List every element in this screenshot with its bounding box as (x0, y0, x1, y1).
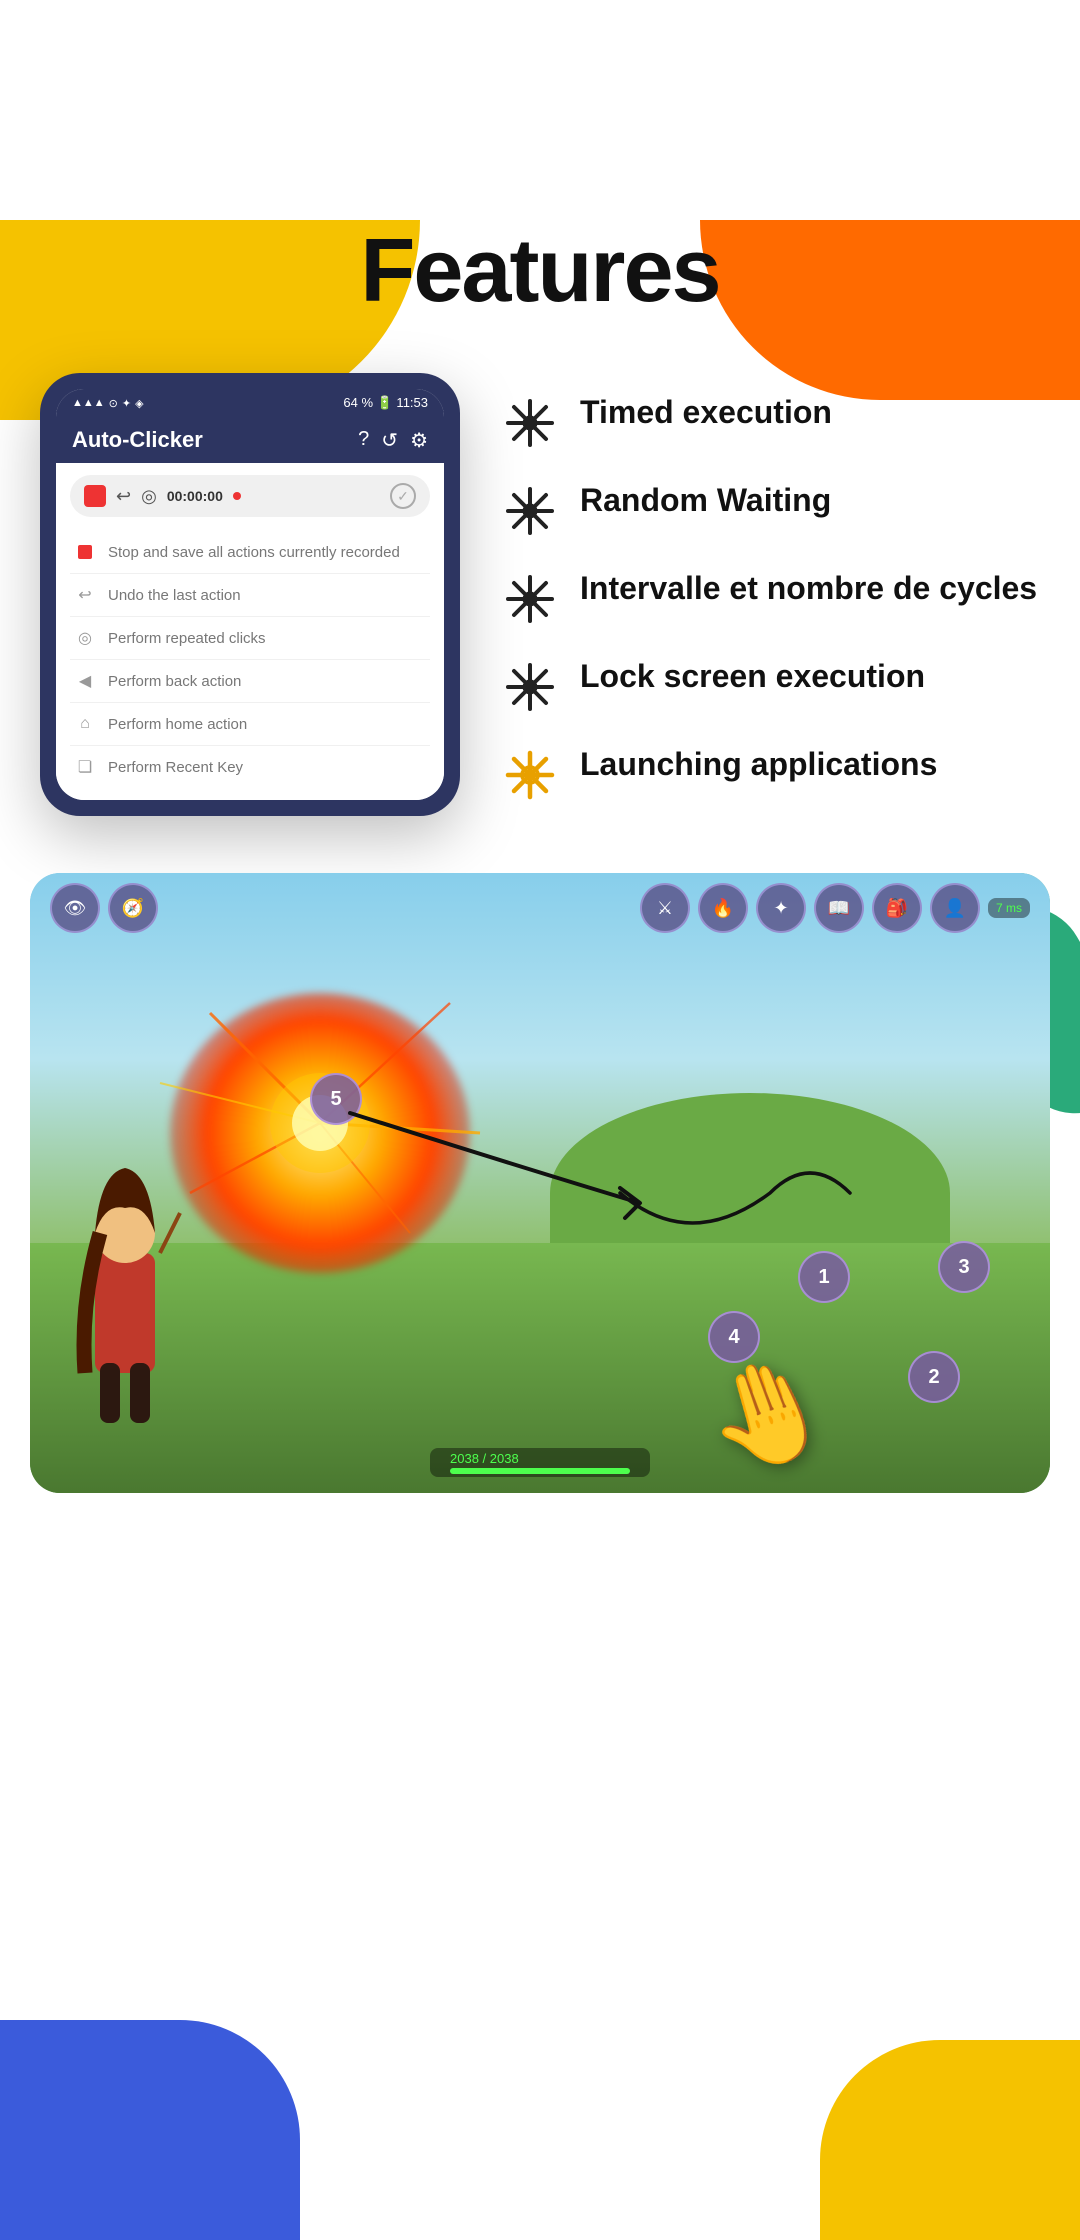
menu-item-back[interactable]: ◀ Perform back action (70, 660, 430, 703)
feature-text-timed: Timed execution (580, 393, 832, 431)
game-btn-row-left: 👁 🧭 (50, 883, 158, 933)
menu-item-undo[interactable]: ↩ Undo the last action (70, 574, 430, 617)
status-right: 64 % 🔋 11:53 (343, 395, 428, 411)
menu-item-click[interactable]: ◎ Perform repeated clicks (70, 617, 430, 660)
main-content: ▲▲▲ ⊙ ✦ ◈ 64 % 🔋 11:53 Auto-Clicker ? ↺ … (0, 373, 1080, 833)
undo-icon: ↩ (74, 584, 96, 606)
phone-screen: ▲▲▲ ⊙ ✦ ◈ 64 % 🔋 11:53 Auto-Clicker ? ↺ … (56, 389, 444, 800)
app-title: Auto-Clicker (72, 427, 203, 453)
launch-icon (504, 749, 556, 801)
timer-display: 00:00:00 (167, 488, 223, 504)
header-icons: ? ↺ ⚙ (358, 428, 428, 453)
timed-icon (504, 397, 556, 449)
feature-text-lock: Lock screen execution (580, 657, 925, 695)
game-btn-skill4[interactable]: 📖 (814, 883, 864, 933)
game-btn-skill5[interactable]: 🎒 (872, 883, 922, 933)
menu-item-recent[interactable]: ❏ Perform Recent Key (70, 746, 430, 788)
game-topbar: 👁 🧭 ⚔ 🔥 ✦ 📖 🎒 👤 7 ms (30, 883, 1050, 933)
phone-statusbar: ▲▲▲ ⊙ ✦ ◈ 64 % 🔋 11:53 (56, 389, 444, 417)
click-circle-4: 4 (708, 1311, 760, 1363)
nfc-icon: ◈ (135, 397, 143, 410)
feature-text-random: Random Waiting (580, 481, 831, 519)
stop-button[interactable] (84, 485, 106, 507)
game-btn-skill3[interactable]: ✦ (756, 883, 806, 933)
menu-item-home[interactable]: ⌂ Perform home action (70, 703, 430, 746)
feature-item-lock: Lock screen execution (500, 657, 1040, 717)
feature-text-interval: Intervalle et nombre de cycles (580, 569, 1037, 607)
menu-label-recent: Perform Recent Key (108, 759, 243, 776)
recording-bar: ↩ ◎ 00:00:00 ✓ (70, 475, 430, 517)
undo-icon[interactable]: ↩ (116, 486, 131, 507)
stop-square-icon (74, 541, 96, 563)
signal-icon: ▲▲▲ (72, 397, 105, 409)
game-btn-row-right: ⚔ 🔥 ✦ 📖 🎒 👤 7 ms (640, 883, 1030, 933)
feature-item-timed: Timed execution (500, 393, 1040, 453)
click-circle-5: 5 (310, 1073, 362, 1125)
interval-icon (504, 573, 556, 625)
game-section: 👁 🧭 ⚔ 🔥 ✦ 📖 🎒 👤 7 ms 5 4 3 2 (0, 873, 1080, 1493)
page-title: Features (0, 220, 1080, 323)
blob-bottom-right (820, 2040, 1080, 2240)
rec-indicator (233, 492, 241, 500)
wifi-icon: ⊙ (109, 397, 118, 410)
health-bar-fill (450, 1468, 630, 1474)
feature-text-launch: Launching applications (580, 745, 937, 783)
home-icon: ⌂ (74, 713, 96, 735)
phone-mockup: ▲▲▲ ⊙ ✦ ◈ 64 % 🔋 11:53 Auto-Clicker ? ↺ … (40, 373, 460, 816)
back-arrow-icon: ◀ (74, 670, 96, 692)
ping-display: 7 ms (988, 898, 1030, 918)
game-btn-skill1[interactable]: ⚔ (640, 883, 690, 933)
feature-item-interval: Intervalle et nombre de cycles (500, 569, 1040, 629)
lock-icon (504, 661, 556, 713)
feature-item-random: Random Waiting (500, 481, 1040, 541)
random-icon (504, 485, 556, 537)
phone-body: ↩ ◎ 00:00:00 ✓ Stop and save all actions… (56, 463, 444, 800)
recent-icon: ❏ (74, 756, 96, 778)
history-icon[interactable]: ↺ (381, 428, 398, 453)
extra-icon: ✦ (122, 397, 131, 410)
status-left: ▲▲▲ ⊙ ✦ ◈ (72, 397, 144, 410)
character-figure (50, 1153, 200, 1433)
settings-icon[interactable]: ⚙ (410, 428, 428, 453)
menu-label-home: Perform home action (108, 716, 247, 733)
click-circle-3: 3 (938, 1241, 990, 1293)
features-list: Timed execution Random Waiting (500, 373, 1040, 833)
menu-label-click: Perform repeated clicks (108, 630, 266, 647)
game-btn-skill2[interactable]: 🔥 (698, 883, 748, 933)
health-bar: 2038 / 2038 (430, 1448, 650, 1477)
target-icon[interactable]: ◎ (141, 486, 157, 507)
health-text: 2038 / 2038 (450, 1451, 519, 1466)
repeated-click-icon: ◎ (74, 627, 96, 649)
click-circle-1: 1 (798, 1251, 850, 1303)
help-icon[interactable]: ? (358, 428, 369, 453)
menu-label-stop: Stop and save all actions currently reco… (108, 544, 400, 561)
check-button[interactable]: ✓ (390, 483, 416, 509)
game-btn-eye[interactable]: 👁 (50, 883, 100, 933)
game-btn-avatar[interactable]: 👤 (930, 883, 980, 933)
feature-item-launch: Launching applications (500, 745, 1040, 805)
menu-item-stop[interactable]: Stop and save all actions currently reco… (70, 531, 430, 574)
game-screenshot: 👁 🧭 ⚔ 🔥 ✦ 📖 🎒 👤 7 ms 5 4 3 2 (30, 873, 1050, 1493)
click-circle-2: 2 (908, 1351, 960, 1403)
phone-app-header: Auto-Clicker ? ↺ ⚙ (56, 417, 444, 463)
blob-bottom-left (0, 2020, 300, 2240)
menu-label-undo: Undo the last action (108, 587, 241, 604)
game-btn-compass[interactable]: 🧭 (108, 883, 158, 933)
menu-label-back: Perform back action (108, 673, 241, 690)
